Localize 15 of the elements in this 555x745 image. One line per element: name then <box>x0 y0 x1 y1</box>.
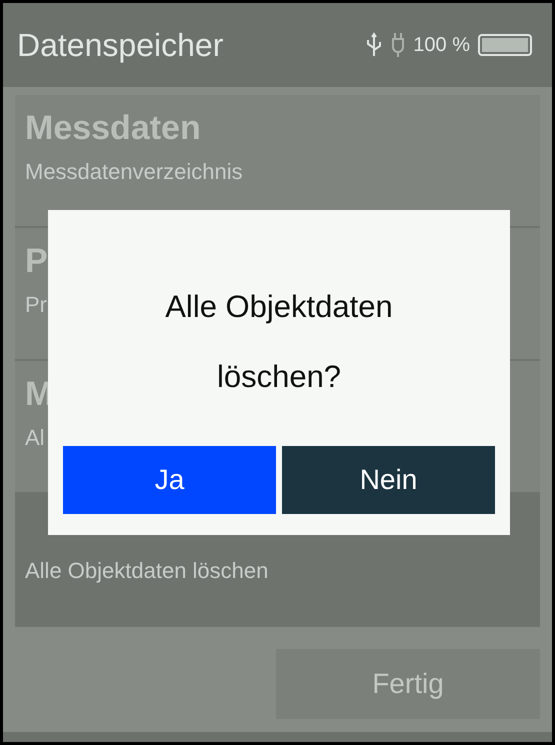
battery-percentage: 100 % <box>413 33 470 58</box>
dialog-button[interactable]: Nein <box>282 446 495 514</box>
screen-title: Datenspeicher <box>17 26 224 65</box>
item-title: P <box>25 241 48 282</box>
dialog-message: Alle Objektdaten löschen? <box>164 288 394 396</box>
battery-icon <box>478 34 532 56</box>
item-subtitle: Pr <box>25 291 47 319</box>
dialog-button[interactable]: Ja <box>63 446 276 514</box>
plug-icon <box>391 32 406 58</box>
done-button[interactable]: Fertig <box>276 649 540 719</box>
item-title: Messdaten <box>25 108 201 149</box>
item-subtitle: Messdatenverzeichnis <box>25 158 243 186</box>
usb-icon <box>365 32 384 58</box>
item-subtitle: Al <box>25 424 45 452</box>
item-subtitle: Alle Objektdaten löschen <box>25 557 268 585</box>
